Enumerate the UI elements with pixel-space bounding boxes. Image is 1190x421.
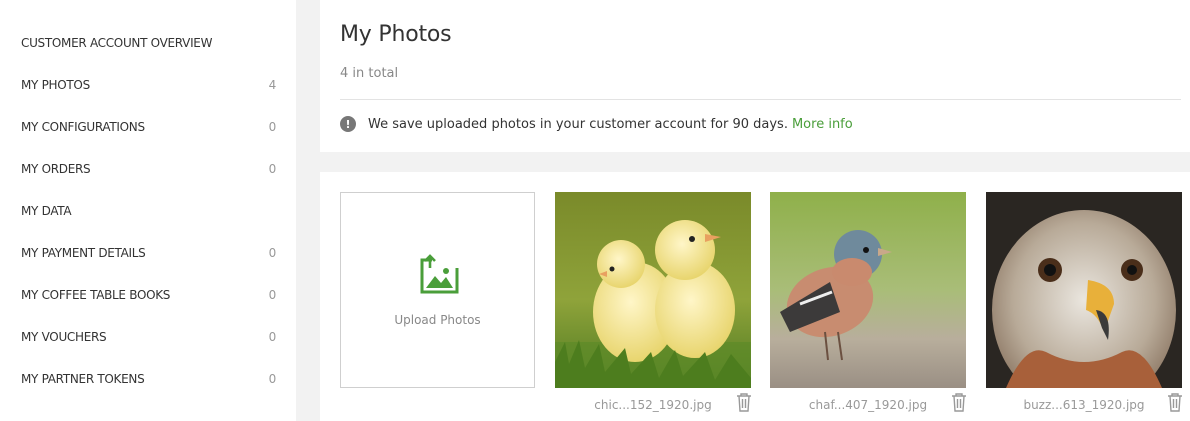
upload-photos-label: Upload Photos — [394, 313, 481, 327]
delete-photo-trash-icon[interactable] — [735, 392, 753, 412]
photo-caption: chic...152_1920.jpg — [594, 398, 712, 412]
photo-caption: buzz...613_1920.jpg — [1023, 398, 1145, 412]
sidebar-item-label: MY CONFIGURATIONS — [21, 120, 145, 134]
photo-thumbnail-chaffinch[interactable] — [770, 192, 966, 388]
page-title: My Photos — [340, 22, 452, 47]
account-sidebar: CUSTOMER ACCOUNT OVERVIEW MY PHOTOS 4 MY… — [0, 0, 296, 421]
photo-thumbnail-chicks[interactable] — [555, 192, 751, 388]
sidebar-item-label: MY PARTNER TOKENS — [21, 372, 145, 386]
sidebar-item-my-payment-details[interactable]: MY PAYMENT DETAILS 0 — [0, 232, 296, 274]
notice-text: We save uploaded photos in your customer… — [368, 116, 788, 132]
exclamation-icon: ! — [340, 116, 356, 132]
sidebar-item-label: MY ORDERS — [21, 162, 91, 176]
sidebar-item-count: 0 — [268, 372, 277, 386]
upload-photos-button[interactable]: Upload Photos — [340, 192, 535, 388]
sidebar-item-my-configurations[interactable]: MY CONFIGURATIONS 0 — [0, 106, 296, 148]
photo-thumbnail-buzzard[interactable] — [986, 192, 1182, 388]
sidebar-item-my-data[interactable]: MY DATA — [0, 190, 296, 232]
retention-notice: ! We save uploaded photos in your custom… — [340, 116, 853, 132]
photo-caption: chaf...407_1920.jpg — [808, 398, 928, 412]
sidebar-item-my-orders[interactable]: MY ORDERS 0 — [0, 148, 296, 190]
sidebar-item-label: MY VOUCHERS — [21, 330, 107, 344]
sidebar-item-count: 4 — [268, 78, 277, 92]
sidebar-item-label: MY COFFEE TABLE BOOKS — [21, 288, 171, 302]
sidebar-item-label: MY PAYMENT DETAILS — [21, 246, 146, 260]
divider — [340, 99, 1181, 100]
photo-gallery: Upload Photos chic...152_1920.jpg chaf..… — [320, 172, 1190, 421]
sidebar-item-my-photos[interactable]: MY PHOTOS 4 — [0, 64, 296, 106]
photos-header-panel: My Photos 4 in total ! We save uploaded … — [320, 0, 1190, 152]
sidebar-item-count: 0 — [268, 120, 277, 134]
sidebar-item-count: 0 — [268, 246, 277, 260]
more-info-link[interactable]: More info — [792, 117, 853, 132]
image-upload-icon — [420, 254, 459, 294]
sidebar-item-count: 0 — [268, 162, 277, 176]
sidebar-item-label: MY PHOTOS — [21, 78, 90, 92]
sidebar-item-my-coffee-table-books[interactable]: MY COFFEE TABLE BOOKS 0 — [0, 274, 296, 316]
sidebar-item-customer-account-overview[interactable]: CUSTOMER ACCOUNT OVERVIEW — [0, 22, 296, 64]
sidebar-item-count: 0 — [268, 288, 277, 302]
delete-photo-trash-icon[interactable] — [1166, 392, 1184, 412]
photo-total-count: 4 in total — [340, 66, 399, 81]
delete-photo-trash-icon[interactable] — [950, 392, 968, 412]
sidebar-item-count: 0 — [268, 330, 277, 344]
sidebar-item-label: MY DATA — [21, 204, 72, 218]
sidebar-item-my-partner-tokens[interactable]: MY PARTNER TOKENS 0 — [0, 358, 296, 400]
sidebar-item-label: CUSTOMER ACCOUNT OVERVIEW — [21, 36, 213, 50]
sidebar-item-my-vouchers[interactable]: MY VOUCHERS 0 — [0, 316, 296, 358]
